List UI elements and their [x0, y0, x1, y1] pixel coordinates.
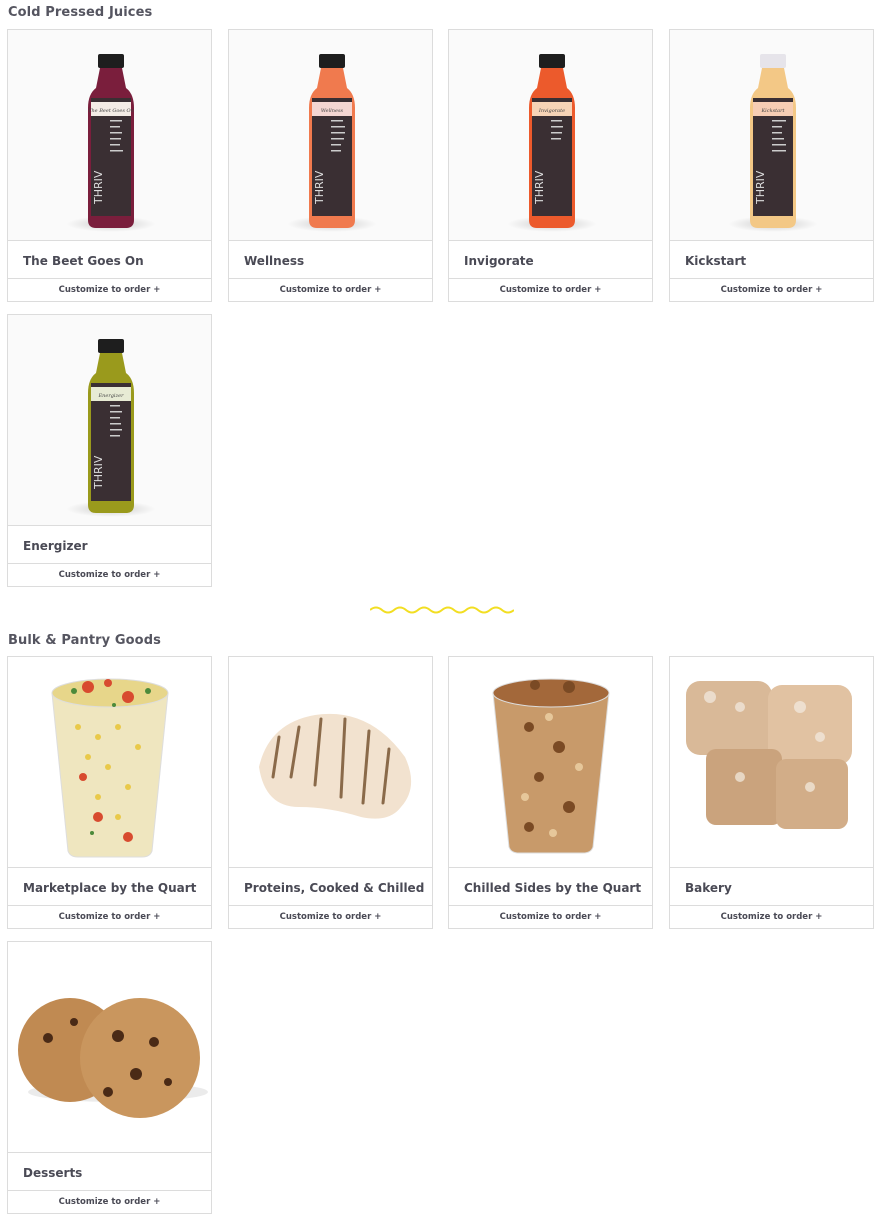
- svg-text:The Beet Goes On: The Beet Goes On: [88, 108, 134, 114]
- svg-text:THRIV: THRIV: [92, 170, 105, 205]
- customize-to-order-button[interactable]: Customize to order +: [229, 905, 432, 928]
- product-image-invigorate[interactable]: Invigorate THRIV: [449, 30, 652, 240]
- product-card-wellness[interactable]: Wellness THRIV Wellness Customize to ord…: [228, 29, 433, 302]
- product-name[interactable]: Kickstart: [670, 240, 873, 278]
- product-image-kickstart[interactable]: Kickstart THRIV: [670, 30, 873, 240]
- product-name[interactable]: Bakery: [670, 867, 873, 905]
- product-card-the-beet-goes-on[interactable]: The Beet Goes On THRIV The Beet Goes On …: [7, 29, 212, 302]
- product-image-desserts[interactable]: [8, 942, 211, 1152]
- bread-rolls-image: [686, 681, 852, 829]
- product-image-wellness[interactable]: Wellness THRIV: [229, 30, 432, 240]
- product-card-energizer[interactable]: Energizer THRIV Energizer Customize to o…: [7, 314, 212, 587]
- product-name[interactable]: Proteins, Cooked & Chilled: [229, 867, 432, 905]
- product-image-the-beet-goes-on[interactable]: The Beet Goes On THRIV: [8, 30, 211, 240]
- product-name[interactable]: Invigorate: [449, 240, 652, 278]
- product-image-bakery[interactable]: [670, 657, 873, 867]
- product-name[interactable]: The Beet Goes On: [8, 240, 211, 278]
- product-card-invigorate[interactable]: Invigorate THRIV Invigorate Customize to…: [448, 29, 653, 302]
- svg-text:THRIV: THRIV: [754, 170, 767, 205]
- svg-text:Kickstart: Kickstart: [760, 108, 785, 114]
- product-name[interactable]: Wellness: [229, 240, 432, 278]
- product-card-marketplace-by-the-quart[interactable]: Marketplace by the Quart Customize to or…: [7, 656, 212, 929]
- customize-to-order-button[interactable]: Customize to order +: [670, 905, 873, 928]
- juice-bottle-image: The Beet Goes On THRIV: [88, 54, 134, 228]
- product-name[interactable]: Energizer: [8, 525, 211, 563]
- customize-to-order-button[interactable]: Customize to order +: [8, 563, 211, 586]
- juice-bottle-image: Kickstart THRIV: [750, 54, 796, 228]
- juice-bottle-image: Wellness THRIV: [309, 54, 355, 228]
- product-card-bakery[interactable]: Bakery Customize to order +: [669, 656, 874, 929]
- customize-to-order-button[interactable]: Customize to order +: [8, 1190, 211, 1213]
- chilled-side-quart-image: [492, 678, 610, 854]
- svg-text:THRIV: THRIV: [313, 170, 326, 205]
- product-card-proteins-cooked-chilled[interactable]: Proteins, Cooked & Chilled Customize to …: [228, 656, 433, 929]
- product-name[interactable]: Desserts: [8, 1152, 211, 1190]
- wavy-divider: [370, 606, 514, 614]
- customize-to-order-button[interactable]: Customize to order +: [229, 278, 432, 301]
- section-title-cold-pressed-juices: Cold Pressed Juices: [8, 5, 153, 20]
- juice-bottle-image: Invigorate THRIV: [529, 54, 575, 228]
- customize-to-order-button[interactable]: Customize to order +: [449, 278, 652, 301]
- corn-salad-quart-image: [51, 678, 169, 858]
- product-name[interactable]: Chilled Sides by the Quart: [449, 867, 652, 905]
- customize-to-order-button[interactable]: Customize to order +: [8, 905, 211, 928]
- svg-text:Energizer: Energizer: [97, 393, 124, 399]
- product-image-chilled-sides-by-the-quart[interactable]: [449, 657, 652, 867]
- svg-text:THRIV: THRIV: [92, 455, 105, 490]
- customize-to-order-button[interactable]: Customize to order +: [8, 278, 211, 301]
- juice-bottle-image: Energizer THRIV: [88, 339, 134, 513]
- svg-text:Invigorate: Invigorate: [538, 108, 565, 114]
- svg-text:THRIV: THRIV: [533, 170, 546, 205]
- product-image-proteins-cooked-chilled[interactable]: [229, 657, 432, 867]
- product-image-marketplace-by-the-quart[interactable]: [8, 657, 211, 867]
- cookies-image: [18, 998, 208, 1118]
- svg-text:Wellness: Wellness: [321, 108, 344, 114]
- product-name[interactable]: Marketplace by the Quart: [8, 867, 211, 905]
- grilled-chicken-image: [259, 713, 412, 819]
- product-card-desserts[interactable]: Desserts Customize to order +: [7, 941, 212, 1214]
- product-card-kickstart[interactable]: Kickstart THRIV Kickstart Customize to o…: [669, 29, 874, 302]
- product-card-chilled-sides-by-the-quart[interactable]: Chilled Sides by the Quart Customize to …: [448, 656, 653, 929]
- customize-to-order-button[interactable]: Customize to order +: [449, 905, 652, 928]
- product-image-energizer[interactable]: Energizer THRIV: [8, 315, 211, 525]
- customize-to-order-button[interactable]: Customize to order +: [670, 278, 873, 301]
- section-title-bulk-pantry-goods: Bulk & Pantry Goods: [8, 633, 161, 648]
